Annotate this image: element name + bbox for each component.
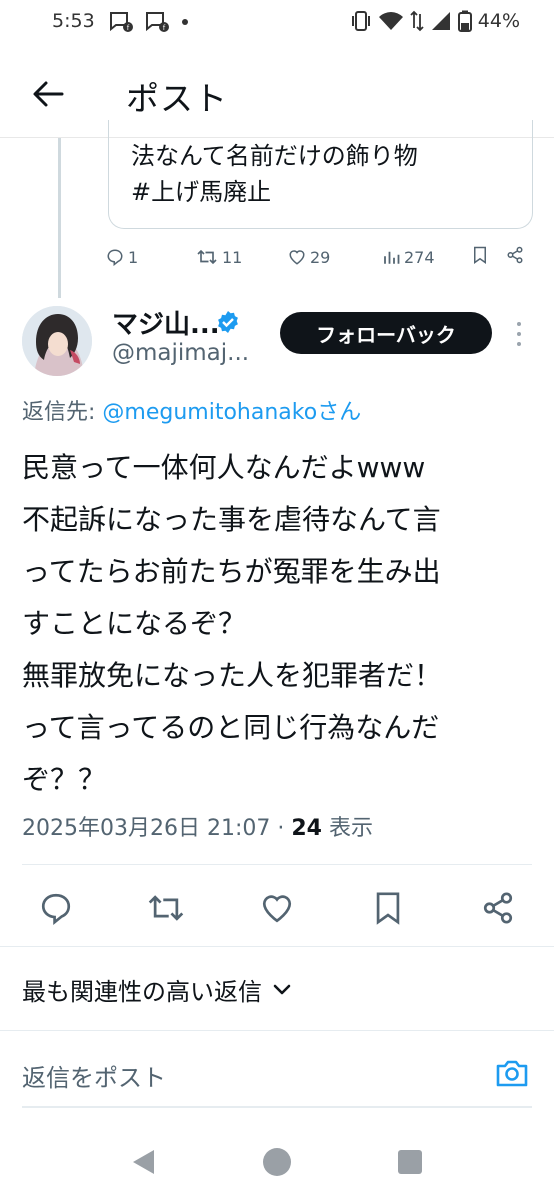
quoted-text-line: 法なんて名前だけの飾り物: [131, 142, 418, 170]
view-count: 24: [291, 816, 322, 841]
display-name[interactable]: マジ山...: [112, 304, 220, 341]
quoted-post-card[interactable]: 法なんて名前だけの飾り物 #上げ馬廃止: [108, 120, 533, 229]
parent-share-button[interactable]: [506, 246, 524, 268]
page-title: ポスト: [126, 79, 228, 118]
reply-to-handle[interactable]: @megumitohanako: [102, 400, 317, 425]
post-timestamp[interactable]: 2025年03月26日 21:07: [22, 816, 270, 841]
reply-input-underline: [22, 1106, 532, 1108]
nav-back-button[interactable]: [124, 1142, 164, 1182]
parent-reply-button[interactable]: 1: [106, 248, 138, 267]
user-handle[interactable]: @majimaj...: [112, 340, 249, 366]
share-icon: [507, 246, 523, 264]
notification-icons: f f: [108, 10, 190, 34]
reply-sort-label: 最も関連性の高い返信: [22, 978, 262, 1006]
parent-bookmark-button[interactable]: [472, 246, 488, 268]
back-button[interactable]: [28, 74, 68, 114]
parent-repost-count: 11: [222, 247, 243, 267]
camera-icon: [496, 1060, 528, 1087]
heart-icon: [289, 250, 305, 265]
wifi-icon: [378, 12, 403, 30]
more-dot: [517, 332, 521, 336]
nav-recents-button[interactable]: [390, 1142, 430, 1182]
reply-to-prefix: 返信先:: [22, 400, 103, 425]
bookmark-button[interactable]: [368, 888, 408, 928]
more-dot: [517, 322, 521, 326]
circle-home-icon: [263, 1148, 291, 1176]
signal-icon: [431, 12, 450, 30]
divider: [0, 946, 554, 947]
messenger-notification-icon: f: [110, 12, 133, 32]
dot-icon: [182, 19, 188, 25]
parent-views-count: 274: [404, 247, 435, 267]
parent-repost-button[interactable]: 11: [196, 248, 242, 267]
avatar[interactable]: [22, 306, 92, 376]
arrow-left-icon: [33, 81, 64, 107]
parent-post-actions: 1 11 29 274: [106, 242, 530, 272]
avatar-illustration: [22, 306, 92, 376]
reply-sort-dropdown[interactable]: 最も関連性の高い返信: [22, 972, 292, 1007]
meta-separator: ·: [270, 816, 292, 841]
battery-icon: [457, 10, 472, 32]
battery-percent: 44%: [477, 10, 520, 32]
bookmark-icon: [474, 246, 486, 264]
chevron-down-icon: [273, 984, 291, 994]
divider: [0, 1030, 554, 1031]
repost-icon: [197, 249, 217, 265]
app-header: ポスト: [0, 64, 554, 124]
more-options-button[interactable]: [508, 318, 530, 350]
reply-to-line: 返信先: @megumitohanakoさん: [22, 394, 361, 426]
parent-reply-count: 1: [128, 247, 139, 267]
system-nav-bar: [0, 1126, 554, 1200]
post-text: 民意って一体何人なんだよwww 不起訴になった事を虐待なんて言 ってたらお前たち…: [22, 451, 443, 796]
post-action-bar: [0, 884, 554, 932]
share-button[interactable]: [478, 888, 518, 928]
reply-button[interactable]: [36, 888, 76, 928]
verified-badge-icon: [216, 310, 240, 338]
quoted-post-text: 法なんて名前だけの飾り物 #上げ馬廃止: [131, 138, 418, 210]
divider: [22, 864, 532, 865]
vibrate-icon: [351, 11, 370, 31]
parent-like-button[interactable]: 29: [288, 248, 330, 267]
thread-line: [58, 138, 61, 298]
nav-home-button[interactable]: [257, 1142, 297, 1182]
status-bar: 5:53 f f 44%: [0, 0, 554, 44]
parent-views-button[interactable]: 274: [382, 248, 435, 267]
follow-back-button[interactable]: フォローバック: [280, 312, 492, 354]
reply-icon: [41, 893, 71, 925]
more-dot: [517, 342, 521, 346]
triangle-back-icon: [133, 1150, 154, 1174]
status-right: 44%: [350, 10, 520, 32]
view-label: 表示: [321, 816, 373, 841]
post-meta: 2025年03月26日 21:07 · 24 表示: [22, 810, 373, 842]
repost-icon: [148, 895, 184, 921]
reply-to-suffix: さん: [317, 400, 362, 425]
status-time: 5:53: [52, 10, 95, 32]
repost-button[interactable]: [146, 888, 186, 928]
heart-icon: [262, 895, 292, 923]
share-icon: [483, 892, 513, 924]
quoted-hashtag[interactable]: #上げ馬廃止: [131, 174, 418, 210]
data-transfer-icon: [410, 10, 424, 32]
like-button[interactable]: [257, 888, 297, 928]
square-recents-icon: [398, 1150, 422, 1174]
reply-icon: [107, 249, 123, 266]
analytics-icon: [384, 251, 400, 264]
parent-like-count: 29: [310, 247, 331, 267]
reply-input[interactable]: 返信をポスト: [22, 1058, 166, 1093]
camera-button[interactable]: [494, 1055, 530, 1091]
messenger-notification-icon: f: [146, 12, 169, 32]
bookmark-icon: [376, 892, 400, 925]
